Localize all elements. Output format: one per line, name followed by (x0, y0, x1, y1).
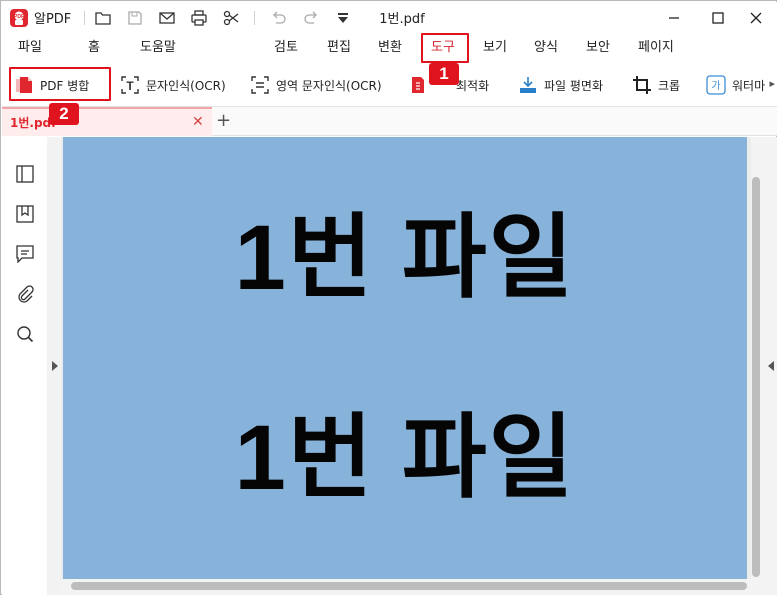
menu-item-view[interactable]: 보기 (483, 33, 507, 63)
flatten-button[interactable]: 파일 평면화 (518, 71, 603, 99)
horizontal-scroll-thumb[interactable] (71, 582, 747, 590)
tool-label: 영역 문자인식(OCR) (276, 78, 382, 93)
undo-icon[interactable] (266, 2, 292, 33)
save-icon[interactable] (122, 2, 148, 33)
watermark-button[interactable]: 가 워터마 (706, 71, 765, 99)
folder-open-icon[interactable] (90, 2, 116, 33)
separator (84, 11, 85, 25)
tool-label: 크롭 (658, 78, 681, 93)
svg-text:T: T (126, 79, 134, 93)
menu-item-home[interactable]: 홈 (88, 33, 100, 63)
page-thumbnail-icon[interactable] (14, 163, 36, 185)
menu-item-security[interactable]: 보안 (586, 33, 610, 63)
close-icon[interactable] (736, 2, 776, 33)
area-ocr-icon (250, 75, 270, 95)
scissors-icon[interactable] (218, 2, 244, 33)
page-text-line: 1번 파일 (234, 407, 576, 509)
search-icon[interactable] (14, 323, 36, 345)
app-name: 알PDF (34, 12, 72, 27)
area-ocr-button[interactable]: 영역 문자인식(OCR) (250, 71, 382, 99)
app-window: PDF 알PDF 1번.pdf 파일 홈 도움말 검토 편집 변환 도구 보기 … (0, 0, 777, 595)
highlight-tools-menu (421, 33, 469, 63)
redo-icon[interactable] (298, 2, 324, 33)
menu-bar: 파일 홈 도움말 검토 편집 변환 도구 보기 양식 보안 페이지 (2, 33, 777, 63)
menu-item-form[interactable]: 양식 (534, 33, 558, 63)
print-icon[interactable] (186, 2, 212, 33)
maximize-icon[interactable] (698, 2, 738, 33)
step-badge-2: 2 (49, 103, 79, 125)
svg-text:PDF: PDF (14, 14, 24, 20)
watermark-icon: 가 (706, 75, 726, 95)
highlight-pdf-merge (9, 67, 111, 101)
svg-text:가: 가 (711, 80, 720, 92)
menu-item-page[interactable]: 페이지 (638, 33, 674, 63)
menu-item-review[interactable]: 검토 (274, 33, 298, 63)
text-ocr-button[interactable]: T 문자인식(OCR) (120, 71, 226, 99)
app-logo-icon: PDF (8, 2, 30, 33)
tool-label: 문자인식(OCR) (146, 78, 226, 93)
menu-item-file[interactable]: 파일 (18, 33, 42, 63)
flatten-icon (518, 75, 538, 95)
attachment-icon[interactable] (14, 283, 36, 305)
minimize-icon[interactable] (654, 2, 694, 33)
optimize-icon (408, 75, 428, 95)
tool-label: 최적화 (456, 78, 490, 93)
tool-label: 파일 평면화 (544, 78, 604, 93)
crop-icon (632, 75, 652, 95)
add-tab-icon[interactable]: + (216, 110, 231, 131)
document-title: 1번.pdf (379, 12, 425, 27)
tool-label: 워터마 (732, 78, 766, 93)
expand-panel-icon[interactable] (52, 361, 58, 371)
document-tab-bar: 1번.pdf ✕ + (2, 107, 777, 136)
menu-item-edit[interactable]: 편집 (327, 33, 351, 63)
crop-button[interactable]: 크롭 (632, 71, 680, 99)
menu-item-help[interactable]: 도움말 (140, 33, 176, 63)
text-ocr-icon: T (120, 75, 140, 95)
title-bar: PDF 알PDF 1번.pdf (2, 2, 777, 33)
document-viewer[interactable]: 1번 파일 1번 파일 (61, 137, 751, 579)
mail-icon[interactable] (154, 2, 180, 33)
tab-document[interactable]: 1번.pdf ✕ (2, 107, 212, 136)
step-badge-1: 1 (429, 63, 459, 85)
left-sidebar (2, 137, 47, 595)
chevron-right-icon[interactable]: ▸ (769, 77, 775, 90)
bookmark-icon[interactable] (14, 203, 36, 225)
right-panel-toggle-icon[interactable] (768, 361, 774, 371)
vertical-scroll-thumb[interactable] (752, 177, 760, 577)
menu-item-convert[interactable]: 변환 (378, 33, 402, 63)
pdf-page: 1번 파일 1번 파일 (63, 137, 747, 579)
separator (254, 11, 255, 25)
page-text-line: 1번 파일 (234, 207, 576, 309)
ribbon-toolbar: PDF 병합 T 문자인식(OCR) 영역 문자인식(OCR) 최적화 파일 평… (2, 63, 777, 107)
comment-icon[interactable] (14, 243, 36, 265)
close-tab-icon[interactable]: ✕ (192, 114, 204, 130)
